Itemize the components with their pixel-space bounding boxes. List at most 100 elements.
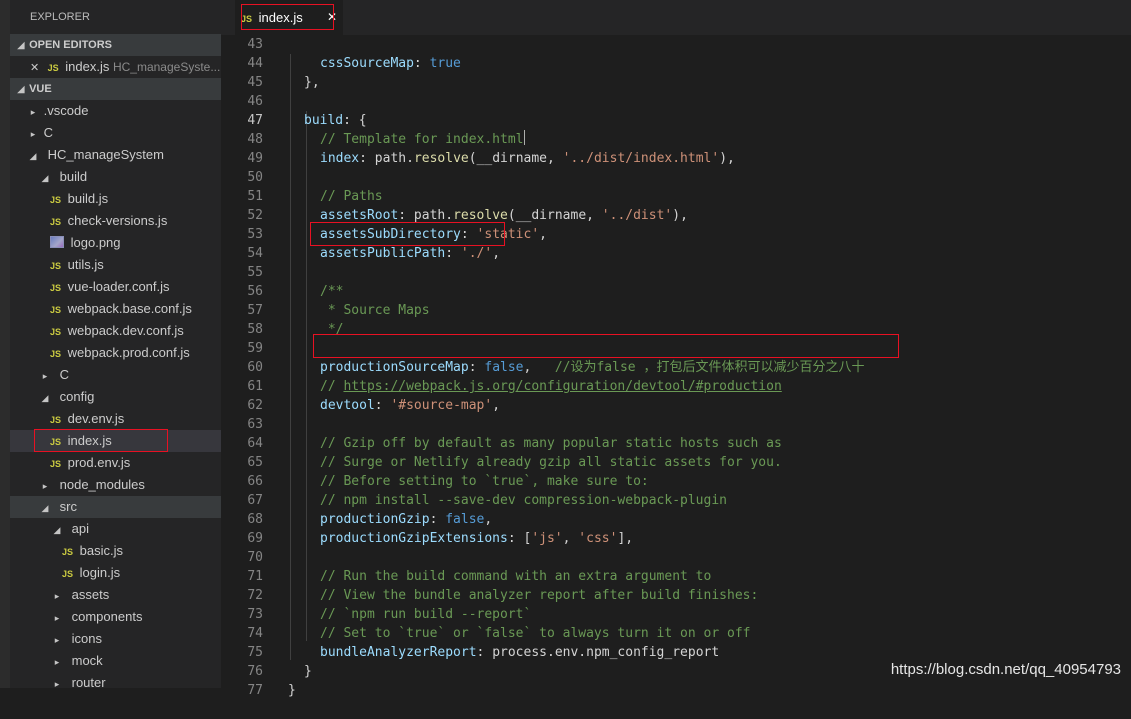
tab-index-js[interactable]: JS index.js ✕	[235, 0, 343, 35]
folder-label: node_modules	[59, 477, 145, 492]
folder-label: icons	[71, 631, 102, 646]
collapsed-icon: ▸	[54, 613, 60, 623]
code-line-63: // Gzip off by default as many popular s…	[221, 415, 1131, 451]
line-number-row: 45	[221, 73, 1131, 92]
code-token: ,	[562, 531, 579, 546]
tree-file-webpack-prod[interactable]: JS webpack.prod.conf.js	[10, 342, 221, 364]
file-label: utils.js	[67, 257, 104, 272]
code-token: },	[304, 75, 320, 90]
code-line-64: // Surge or Netlify already gzip all sta…	[221, 434, 1131, 470]
folder-label: build	[59, 169, 88, 184]
code-token: index	[320, 151, 360, 166]
tree-file-index-js[interactable]: JS index.js	[10, 430, 221, 452]
expanded-icon: ◢	[41, 503, 49, 513]
tree-folder-api[interactable]: ◢ api	[10, 518, 221, 540]
tree-folder-assets[interactable]: ▸ assets	[10, 584, 221, 606]
folder-label: assets	[71, 587, 110, 602]
expanded-icon: ◢	[41, 393, 49, 403]
expanded-icon: ◢	[17, 84, 25, 94]
file-label: prod.env.js	[67, 455, 131, 470]
js-file-icon: JS	[50, 217, 62, 227]
code-line-46: build: {	[221, 92, 1131, 128]
tree-folder-c[interactable]: ▸ C	[10, 122, 221, 144]
file-label: build.js	[67, 191, 109, 206]
code-token: resolve	[413, 151, 469, 166]
js-file-icon: JS	[50, 261, 62, 271]
file-label: dev.env.js	[67, 411, 125, 426]
code-line-47: // Template for index.html	[221, 111, 1131, 147]
code-line-51: assetsRoot: path.resolve(__dirname, '../…	[221, 187, 1131, 223]
js-file-icon: JS	[50, 283, 62, 293]
collapsed-icon: ▸	[54, 635, 60, 645]
tree-folder-icons[interactable]: ▸ icons	[10, 628, 221, 650]
tree-file-dev-env[interactable]: JS dev.env.js	[10, 408, 221, 430]
tree-file-build-js[interactable]: JS build.js	[10, 188, 221, 210]
js-file-icon: JS	[62, 547, 74, 557]
code-token: './'	[460, 246, 493, 261]
tree-folder-mock[interactable]: ▸ mock	[10, 650, 221, 672]
code-line-66: // npm install --save-dev compression-we…	[221, 472, 1131, 508]
tree-file-webpack-dev[interactable]: JS webpack.dev.conf.js	[10, 320, 221, 342]
tree-file-logo[interactable]: logo.png	[10, 232, 221, 254]
collapsed-icon: ▸	[54, 591, 60, 601]
tree-file-utils[interactable]: JS utils.js	[10, 254, 221, 276]
code-token: ],	[617, 531, 634, 546]
code-token: productionGzipExtensions	[320, 531, 508, 546]
code-line-67: productionGzip: false,	[221, 491, 1131, 527]
folder-label: HC_manageSystem	[47, 147, 164, 162]
js-file-icon: JS	[50, 305, 62, 315]
open-editors-section[interactable]: ◢ OPEN EDITORS	[10, 34, 221, 56]
code-line-56: * Source Maps	[221, 282, 1131, 318]
activity-bar-edge	[0, 0, 10, 688]
tree-folder-build[interactable]: ◢ build	[10, 166, 221, 188]
tree-file-prod-env[interactable]: JS prod.env.js	[10, 452, 221, 474]
tree-file-webpack-base[interactable]: JS webpack.base.conf.js	[10, 298, 221, 320]
code-line-72: // `npm run build --report`	[221, 586, 1131, 622]
folder-label: components	[71, 609, 143, 624]
vue-folder-label: VUE	[29, 83, 52, 95]
image-file-icon	[50, 236, 64, 248]
code-token: :	[374, 398, 391, 413]
line-number-row: 58	[221, 320, 1131, 339]
tree-file-vue-loader[interactable]: JS vue-loader.conf.js	[10, 276, 221, 298]
folder-label: router	[71, 675, 106, 688]
file-label: check-versions.js	[67, 213, 168, 228]
code-token: */	[320, 322, 344, 337]
collapsed-icon: ▸	[54, 657, 60, 667]
js-file-icon: JS	[50, 415, 62, 425]
file-label: logo.png	[70, 235, 121, 250]
folder-label: .vscode	[43, 103, 89, 118]
code-line-57: */	[221, 301, 1131, 337]
code-editor[interactable]: 43 44 45 46 47 48 49 50 51 52 53 54 55 56 57 58 59 60 61 62…	[221, 35, 1131, 698]
open-editor-item[interactable]: ✕ JS index.js HC_manageSyste...	[10, 56, 221, 78]
open-editors-label: OPEN EDITORS	[29, 39, 112, 51]
tree-folder-router[interactable]: ▸ router	[10, 672, 221, 688]
tree-file-check-versions[interactable]: JS check-versions.js	[10, 210, 221, 232]
tree-folder-c-inner[interactable]: ▸ C	[10, 364, 221, 386]
code-line-53: assetsPublicPath: './',	[221, 225, 1131, 261]
file-label: webpack.dev.conf.js	[67, 323, 184, 338]
tree-file-basic[interactable]: JS basic.js	[10, 540, 221, 562]
close-icon[interactable]: ✕	[327, 0, 337, 35]
close-icon[interactable]: ✕	[30, 57, 44, 79]
tree-folder-hc-managesystem[interactable]: ◢ HC_manageSystem	[10, 144, 221, 166]
code-line-44: },	[221, 54, 1131, 90]
folder-label: mock	[71, 653, 103, 668]
file-label: webpack.prod.conf.js	[67, 345, 190, 360]
tree-folder-components[interactable]: ▸ components	[10, 606, 221, 628]
code-line-70: // Run the build command with an extra a…	[221, 548, 1131, 584]
code-line-61: devtool: '#source-map',	[221, 377, 1131, 413]
code-line-74: bundleAnalyzerReport: process.env.npm_co…	[221, 624, 1131, 660]
vue-folder-section[interactable]: ◢ VUE	[10, 78, 221, 100]
code-token: :	[445, 246, 461, 261]
tree-folder-config[interactable]: ◢ config	[10, 386, 221, 408]
code-token: devtool	[320, 398, 375, 413]
file-label: vue-loader.conf.js	[67, 279, 170, 294]
tree-folder-vscode[interactable]: ▸ .vscode	[10, 100, 221, 122]
collapsed-icon: ▸	[42, 371, 48, 381]
tree-folder-node-modules[interactable]: ▸ node_modules	[10, 474, 221, 496]
tree-folder-src[interactable]: ◢ src	[10, 496, 221, 518]
tree-file-login[interactable]: JS login.js	[10, 562, 221, 584]
open-editor-filename: index.js	[65, 59, 110, 74]
file-label: login.js	[79, 565, 121, 580]
